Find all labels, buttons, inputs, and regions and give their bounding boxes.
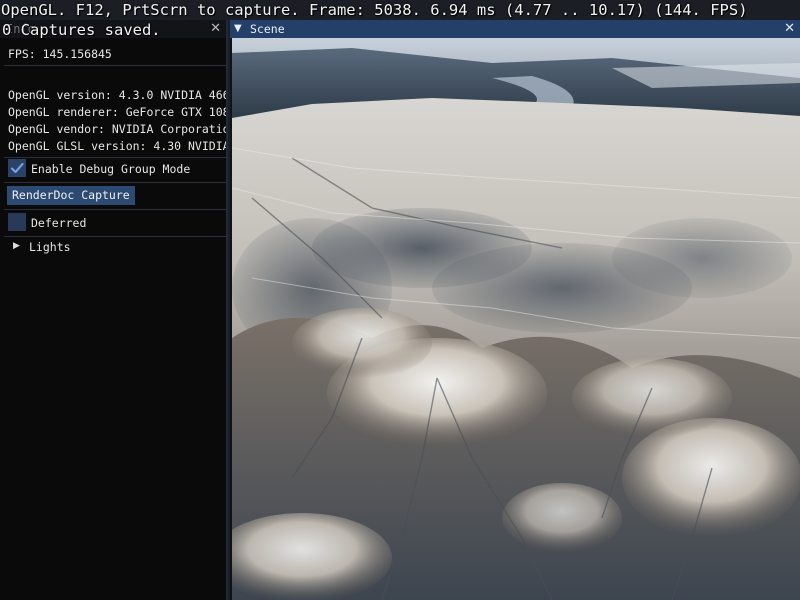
gl-version-text: OpenGL version: 4.3.0 NVIDIA 466.77 [8, 88, 226, 102]
close-icon[interactable]: ✕ [210, 21, 221, 36]
divider [4, 236, 226, 237]
checkmark-icon [10, 162, 24, 174]
expand-arrow-icon: ▶ [13, 241, 20, 251]
divider [4, 65, 226, 66]
renderdoc-capture-button[interactable]: RenderDoc Capture [7, 186, 135, 205]
terrain-render [232, 38, 800, 600]
captures-saved-text: 0 Captures saved. [2, 21, 161, 39]
divider [4, 182, 226, 183]
collapse-arrow-icon[interactable]: ▼ [234, 23, 242, 34]
divider [4, 209, 226, 210]
debug-group-label: Enable Debug Group Mode [31, 162, 191, 176]
fps-text: FPS: 145.156845 [8, 47, 112, 61]
divider [4, 157, 226, 158]
scene-titlebar[interactable]: ▼ Scene ✕ [230, 20, 800, 38]
close-icon[interactable]: ✕ [784, 21, 795, 36]
deferred-checkbox[interactable] [8, 213, 26, 231]
debug-panel: Info ✕ FPS: 145.156845 OpenGL version: 4… [0, 20, 228, 600]
deferred-label: Deferred [31, 216, 87, 230]
debug-group-checkbox[interactable] [8, 159, 26, 177]
lights-tree-node[interactable]: ▶ Lights [10, 239, 220, 256]
scene-viewport[interactable] [232, 38, 800, 600]
lights-label: Lights [29, 240, 71, 254]
gl-renderer-text: OpenGL renderer: GeForce GTX 1080 [8, 105, 226, 119]
scene-title: Scene [250, 22, 285, 36]
gl-glsl-text: OpenGL GLSL version: 4.30 NVIDIA [8, 139, 226, 153]
scene-window: ▼ Scene ✕ [230, 20, 800, 600]
gl-vendor-text: OpenGL vendor: NVIDIA Corporation [8, 122, 226, 136]
frame-stats-text: OpenGL. F12, PrtScrn to capture. Frame: … [1, 1, 748, 19]
